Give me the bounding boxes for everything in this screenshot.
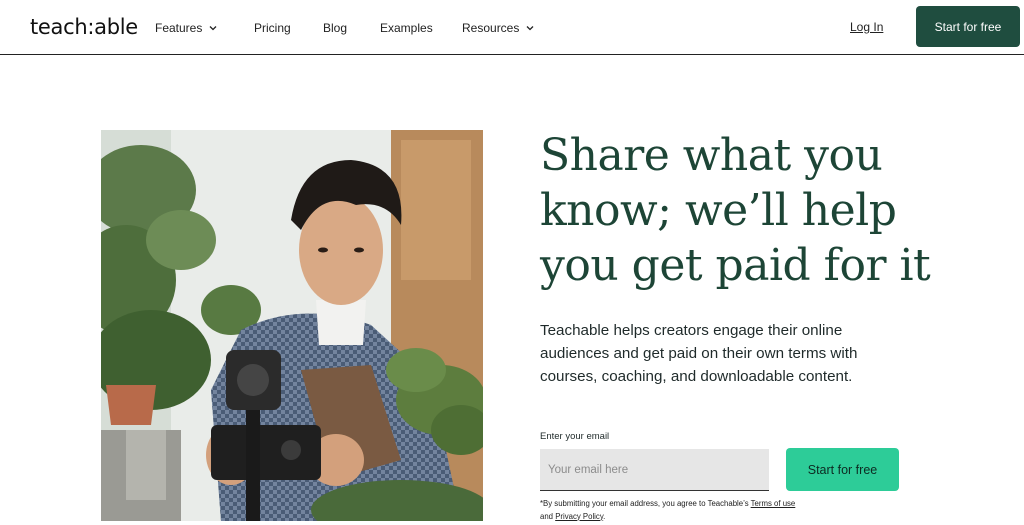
nav-item-features[interactable]: Features: [155, 21, 218, 35]
nav-item-label: Examples: [380, 21, 433, 35]
disclaimer-text: *By submitting your email address, you a…: [540, 499, 751, 508]
start-for-free-button[interactable]: Start for free: [916, 6, 1020, 47]
login-link[interactable]: Log In: [850, 20, 883, 34]
disclaimer-and: and: [540, 511, 556, 521]
top-navigation: teach:able Features Pricing Blog Example…: [0, 0, 1024, 55]
nav-item-label: Blog: [323, 21, 348, 35]
hero-headline: Share what you know; we’ll help you get …: [540, 130, 931, 291]
email-input[interactable]: [540, 449, 769, 491]
chevron-down-icon: [208, 23, 218, 33]
nav-item-label: Resources: [462, 21, 520, 35]
chevron-down-icon: [525, 23, 535, 33]
start-for-free-form-button[interactable]: Start for free: [786, 448, 899, 491]
email-disclaimer: *By submitting your email address, you a…: [540, 498, 800, 523]
nav-item-pricing[interactable]: Pricing: [254, 21, 291, 35]
privacy-policy-link[interactable]: Privacy Policy: [555, 512, 603, 521]
nav-item-label: Features: [155, 21, 203, 35]
nav-item-label: Pricing: [254, 21, 291, 35]
hero-photo: [101, 130, 483, 521]
disclaimer-end: .: [603, 511, 606, 521]
terms-of-use-link[interactable]: Terms of use: [751, 499, 796, 508]
email-label: Enter your email: [540, 431, 610, 442]
nav-item-blog[interactable]: Blog: [323, 21, 347, 35]
teachable-logo[interactable]: teach:able: [30, 15, 138, 39]
hero-subtext: Teachable helps creators engage their on…: [540, 322, 858, 385]
nav-item-examples[interactable]: Examples: [380, 21, 433, 35]
nav-item-resources[interactable]: Resources: [462, 21, 535, 35]
